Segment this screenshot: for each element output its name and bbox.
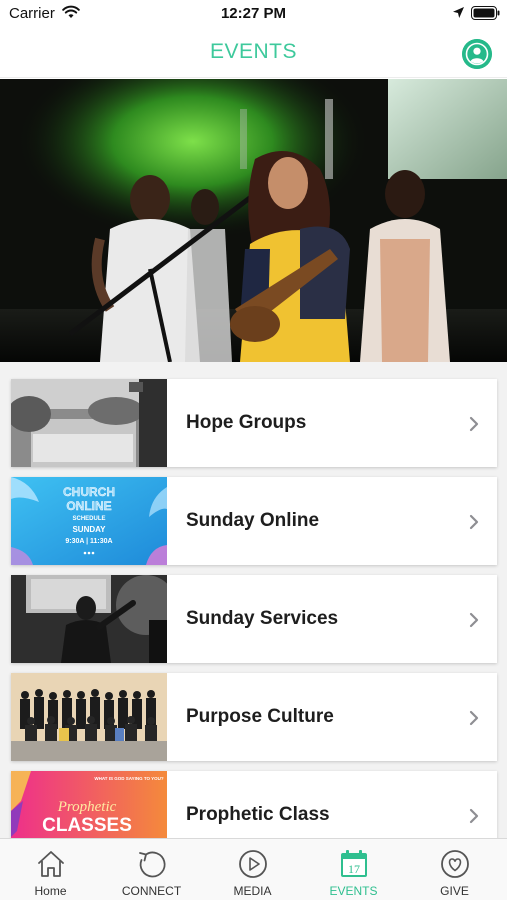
location-arrow-icon <box>453 7 464 18</box>
chevron-right-icon <box>469 710 479 726</box>
tab-media[interactable]: MEDIA <box>202 839 303 900</box>
event-title: Sunday Services <box>186 608 339 629</box>
event-title: Hope Groups <box>186 412 307 433</box>
chevron-right-icon <box>469 514 479 530</box>
event-item-purpose-culture[interactable]: Purpose Culture <box>11 673 497 761</box>
battery-icon <box>471 6 500 20</box>
tab-home[interactable]: Home <box>0 839 101 900</box>
event-item-prophetic-class[interactable]: WHAT IS GOD SAYING TO YOU? Prophetic CLA… <box>11 771 497 838</box>
tab-label: CONNECT <box>121 884 182 898</box>
hero-image <box>0 79 507 362</box>
event-thumbnail <box>11 575 167 663</box>
tab-events[interactable]: 17 EVENTS <box>303 839 404 900</box>
event-thumbnail: WHAT IS GOD SAYING TO YOU? Prophetic CLA… <box>11 771 167 838</box>
tab-label: Home <box>34 884 67 898</box>
event-thumbnail: CHURCH ONLINE SCHEDULE SUNDAY 9:30A | 11… <box>11 477 167 565</box>
event-item-sunday-services[interactable]: Sunday Services <box>11 575 497 663</box>
tab-label: EVENTS <box>329 884 378 898</box>
chevron-right-icon <box>469 808 479 824</box>
tab-connect[interactable]: CONNECT <box>101 839 202 900</box>
graphic-text: SCHEDULE <box>72 516 105 522</box>
event-thumbnail <box>11 379 167 467</box>
events-list: Hope Groups CHURCH ONLINE SCHEDULE SUNDA… <box>0 362 507 838</box>
event-item-sunday-online[interactable]: CHURCH ONLINE SCHEDULE SUNDAY 9:30A | 11… <box>11 477 497 565</box>
status-bar: Carrier 12:27 PM <box>0 0 507 28</box>
calendar-icon: 17 <box>341 850 367 877</box>
graphic-text: CHURCH <box>63 485 115 499</box>
event-thumbnail <box>11 673 167 761</box>
graphic-text: Prophetic <box>57 799 117 815</box>
user-icon <box>462 39 492 69</box>
chevron-right-icon <box>469 416 479 432</box>
refresh-icon <box>139 851 166 878</box>
status-time: 12:27 PM <box>220 5 287 22</box>
event-item-hope-groups[interactable]: Hope Groups <box>11 379 497 467</box>
event-title: Prophetic Class <box>186 804 330 825</box>
page-title: EVENTS <box>209 40 298 63</box>
tab-bar: Home CONNECT MEDIA 17 EVENTS GIVE <box>0 838 507 900</box>
heart-icon <box>441 850 469 878</box>
chevron-right-icon <box>469 612 479 628</box>
home-icon <box>38 851 64 877</box>
graphic-text: CLASSES <box>42 815 132 836</box>
tab-give[interactable]: GIVE <box>404 839 505 900</box>
tab-label: MEDIA <box>233 884 272 898</box>
profile-button[interactable] <box>462 39 492 69</box>
event-title: Sunday Online <box>186 510 320 531</box>
play-icon <box>239 850 267 878</box>
graphic-text: 9:30A | 11:30A <box>65 538 112 545</box>
calendar-day: 17 <box>348 862 360 876</box>
nav-header: EVENTS <box>0 28 507 78</box>
graphic-text: SUNDAY <box>72 525 106 534</box>
graphic-text: ONLINE <box>66 499 111 513</box>
event-title: Purpose Culture <box>186 706 334 727</box>
tab-label: GIVE <box>440 884 469 898</box>
graphic-text: WHAT IS GOD SAYING TO YOU? <box>94 776 164 781</box>
